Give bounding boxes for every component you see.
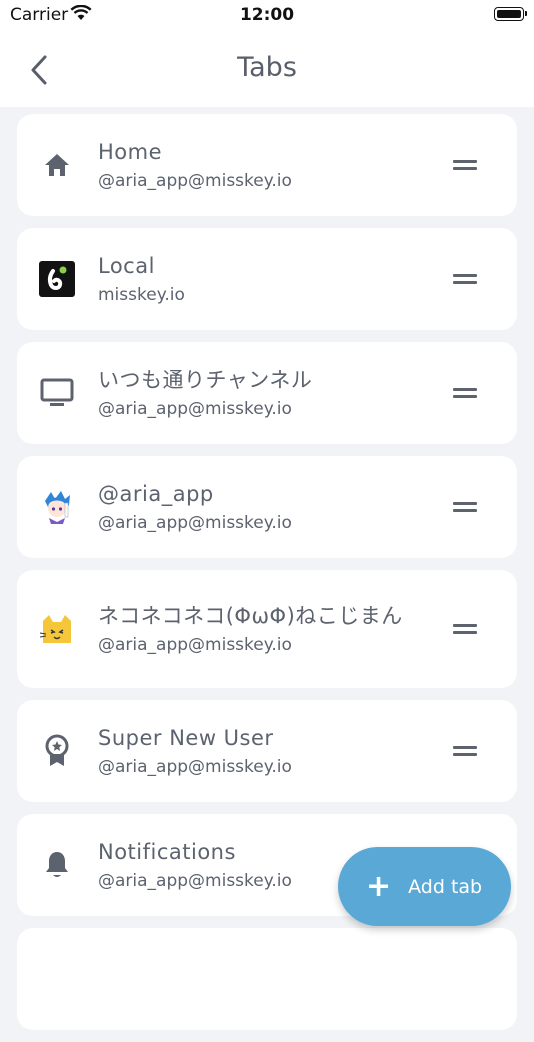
navigation-bar: Tabs [0, 30, 534, 107]
battery-icon [494, 7, 527, 21]
tab-item-channel[interactable]: いつも通りチャンネル @aria_app@misskey.io [17, 342, 517, 444]
add-tab-button[interactable]: + Add tab [338, 847, 511, 926]
tab-subtitle: @aria_app@misskey.io [98, 635, 292, 655]
page-title: Tabs [237, 52, 297, 83]
tab-subtitle: @aria_app@misskey.io [98, 171, 292, 191]
tab-subtitle: @aria_app@misskey.io [98, 513, 292, 533]
tab-title: @aria_app [98, 482, 214, 506]
drag-handle-icon[interactable] [453, 387, 477, 399]
tab-item-home[interactable]: Home @aria_app@misskey.io [17, 114, 517, 216]
plus-icon: + [366, 868, 392, 904]
user-avatar-icon [39, 489, 75, 525]
drag-handle-icon[interactable] [453, 273, 477, 285]
tab-title: Local [98, 254, 155, 278]
tab-title: Home [98, 140, 163, 164]
tab-title: ネコネコネコ(ΦωΦ)ねこじまん [98, 604, 403, 628]
drag-handle-icon[interactable] [453, 745, 477, 757]
tab-subtitle: @aria_app@misskey.io [98, 757, 292, 777]
tab-item-user[interactable]: @aria_app @aria_app@misskey.io [17, 456, 517, 558]
misskey-logo-icon [39, 261, 75, 297]
tab-item-local[interactable]: Local misskey.io [17, 228, 517, 330]
home-icon [39, 147, 75, 183]
tab-subtitle: @aria_app@misskey.io [98, 399, 292, 419]
tab-item-partial[interactable] [17, 928, 517, 1030]
cat-avatar-icon [39, 611, 75, 647]
drag-handle-icon[interactable] [453, 501, 477, 513]
tab-subtitle: misskey.io [98, 285, 185, 305]
clock: 12:00 [239, 5, 295, 25]
award-icon [39, 733, 75, 769]
status-bar: Carrier 12:00 [0, 0, 534, 30]
tab-title: Super New User [98, 726, 274, 750]
bell-icon [39, 847, 75, 883]
tab-item-role[interactable]: Super New User @aria_app@misskey.io [17, 700, 517, 802]
drag-handle-icon[interactable] [453, 623, 477, 635]
tab-item-cat-channel[interactable]: ネコネコネコ(ΦωΦ)ねこじまん @aria_app@misskey.io [17, 570, 517, 688]
add-tab-label: Add tab [408, 875, 483, 898]
tab-title: いつも通りチャンネル [98, 368, 313, 392]
tv-icon [39, 375, 75, 411]
drag-handle-icon[interactable] [453, 159, 477, 171]
